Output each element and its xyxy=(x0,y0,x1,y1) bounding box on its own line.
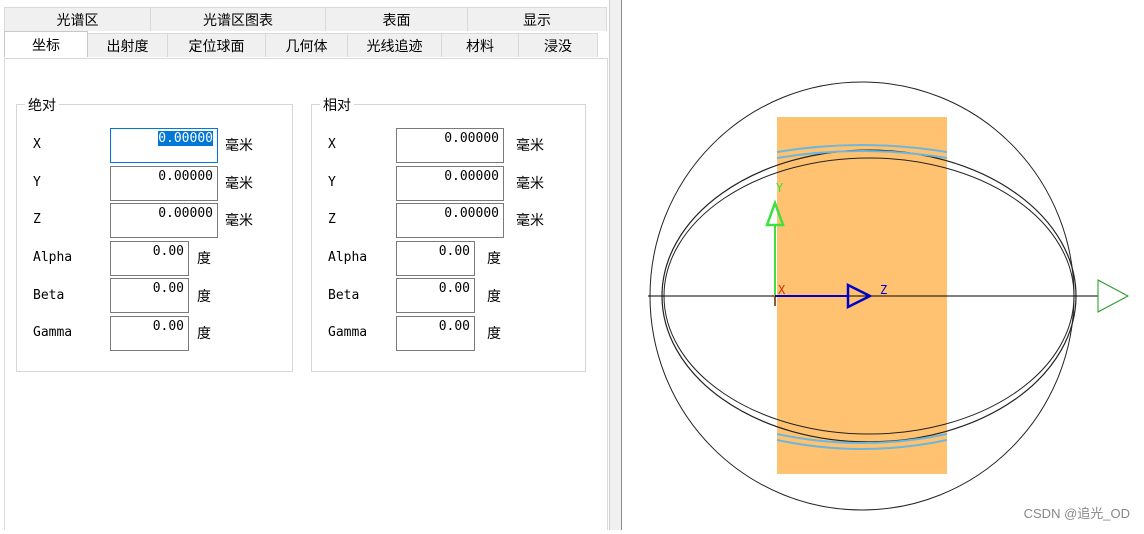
rel-alpha-unit: 度 xyxy=(487,251,501,267)
tab-positioning-sphere[interactable]: 定位球面 xyxy=(167,33,266,57)
tab-display[interactable]: 显示 xyxy=(467,7,607,31)
rel-alpha-input[interactable]: 0.00 xyxy=(396,241,475,276)
relative-group-title: 相对 xyxy=(320,95,354,115)
absolute-group: 绝对 X 0.00000 毫米 Y 0.00000 毫米 Z 0.00000 毫… xyxy=(16,95,293,372)
abs-z-unit: 毫米 xyxy=(225,213,253,229)
rel-z-input[interactable]: 0.00000 xyxy=(396,203,504,238)
absolute-group-title: 绝对 xyxy=(25,95,59,115)
property-panel: 光谱区 光谱区图表 表面 显示 坐标 出射度 定位球面 几何体 光线追迹 材料 … xyxy=(0,0,609,530)
abs-z-input[interactable]: 0.00000 xyxy=(110,203,218,238)
x-axis-label: X xyxy=(778,283,786,297)
abs-z-label: Z xyxy=(33,212,41,227)
rel-gamma-label: Gamma xyxy=(328,325,368,340)
tab-geometry[interactable]: 几何体 xyxy=(265,33,348,57)
abs-x-unit: 毫米 xyxy=(225,138,253,154)
rel-y-input[interactable]: 0.00000 xyxy=(396,166,504,201)
coordinates-page: 绝对 X 0.00000 毫米 Y 0.00000 毫米 Z 0.00000 毫… xyxy=(4,58,608,530)
rel-x-unit: 毫米 xyxy=(516,138,544,154)
abs-beta-label: Beta xyxy=(33,288,65,303)
z-axis-label: Z xyxy=(880,283,887,297)
tab-row-top: 光谱区 光谱区图表 表面 显示 xyxy=(4,7,607,31)
rel-gamma-input[interactable]: 0.00 xyxy=(396,316,475,351)
rel-beta-unit: 度 xyxy=(487,289,501,305)
abs-gamma-input[interactable]: 0.00 xyxy=(110,316,189,351)
rel-y-unit: 毫米 xyxy=(516,176,544,192)
abs-y-input[interactable]: 0.00000 xyxy=(110,166,218,201)
tab-spectral-region[interactable]: 光谱区 xyxy=(4,7,151,31)
abs-x-input[interactable]: 0.00000 xyxy=(110,128,218,163)
rel-z-unit: 毫米 xyxy=(516,213,544,229)
tab-surface[interactable]: 表面 xyxy=(325,7,468,31)
abs-alpha-label: Alpha xyxy=(33,250,73,265)
tab-exitance[interactable]: 出射度 xyxy=(87,33,168,57)
rel-x-input[interactable]: 0.00000 xyxy=(396,128,504,163)
abs-y-label: Y xyxy=(33,175,41,190)
3d-viewport[interactable]: Y X Z xyxy=(622,0,1144,530)
rel-beta-input[interactable]: 0.00 xyxy=(396,278,475,313)
rel-alpha-label: Alpha xyxy=(328,250,368,265)
scene-svg: Y X Z xyxy=(648,81,1130,511)
rel-y-label: Y xyxy=(328,175,336,190)
abs-beta-input[interactable]: 0.00 xyxy=(110,278,189,313)
tab-immersion[interactable]: 浸没 xyxy=(518,33,598,57)
splitter[interactable] xyxy=(609,0,622,530)
rel-x-label: X xyxy=(328,137,336,152)
abs-beta-unit: 度 xyxy=(197,289,211,305)
abs-alpha-unit: 度 xyxy=(197,251,211,267)
abs-x-label: X xyxy=(33,137,41,152)
rel-beta-label: Beta xyxy=(328,288,360,303)
abs-gamma-unit: 度 xyxy=(197,326,211,342)
tab-ray-trace[interactable]: 光线追迹 xyxy=(347,33,442,57)
abs-alpha-input[interactable]: 0.00 xyxy=(110,241,189,276)
tab-row-bottom: 坐标 出射度 定位球面 几何体 光线追迹 材料 浸没 xyxy=(4,31,598,57)
tab-spectral-chart[interactable]: 光谱区图表 xyxy=(150,7,326,31)
optical-axis-arrow xyxy=(1097,279,1130,313)
tab-material[interactable]: 材料 xyxy=(441,33,519,57)
rel-z-label: Z xyxy=(328,212,336,227)
abs-y-unit: 毫米 xyxy=(225,176,253,192)
abs-gamma-label: Gamma xyxy=(33,325,73,340)
watermark: CSDN @追光_OD xyxy=(1023,506,1130,521)
tab-coordinates[interactable]: 坐标 xyxy=(4,31,88,57)
y-axis-label: Y xyxy=(776,181,784,195)
relative-group: 相对 X 0.00000 毫米 Y 0.00000 毫米 Z 0.00000 毫… xyxy=(311,95,586,372)
rel-gamma-unit: 度 xyxy=(487,326,501,342)
